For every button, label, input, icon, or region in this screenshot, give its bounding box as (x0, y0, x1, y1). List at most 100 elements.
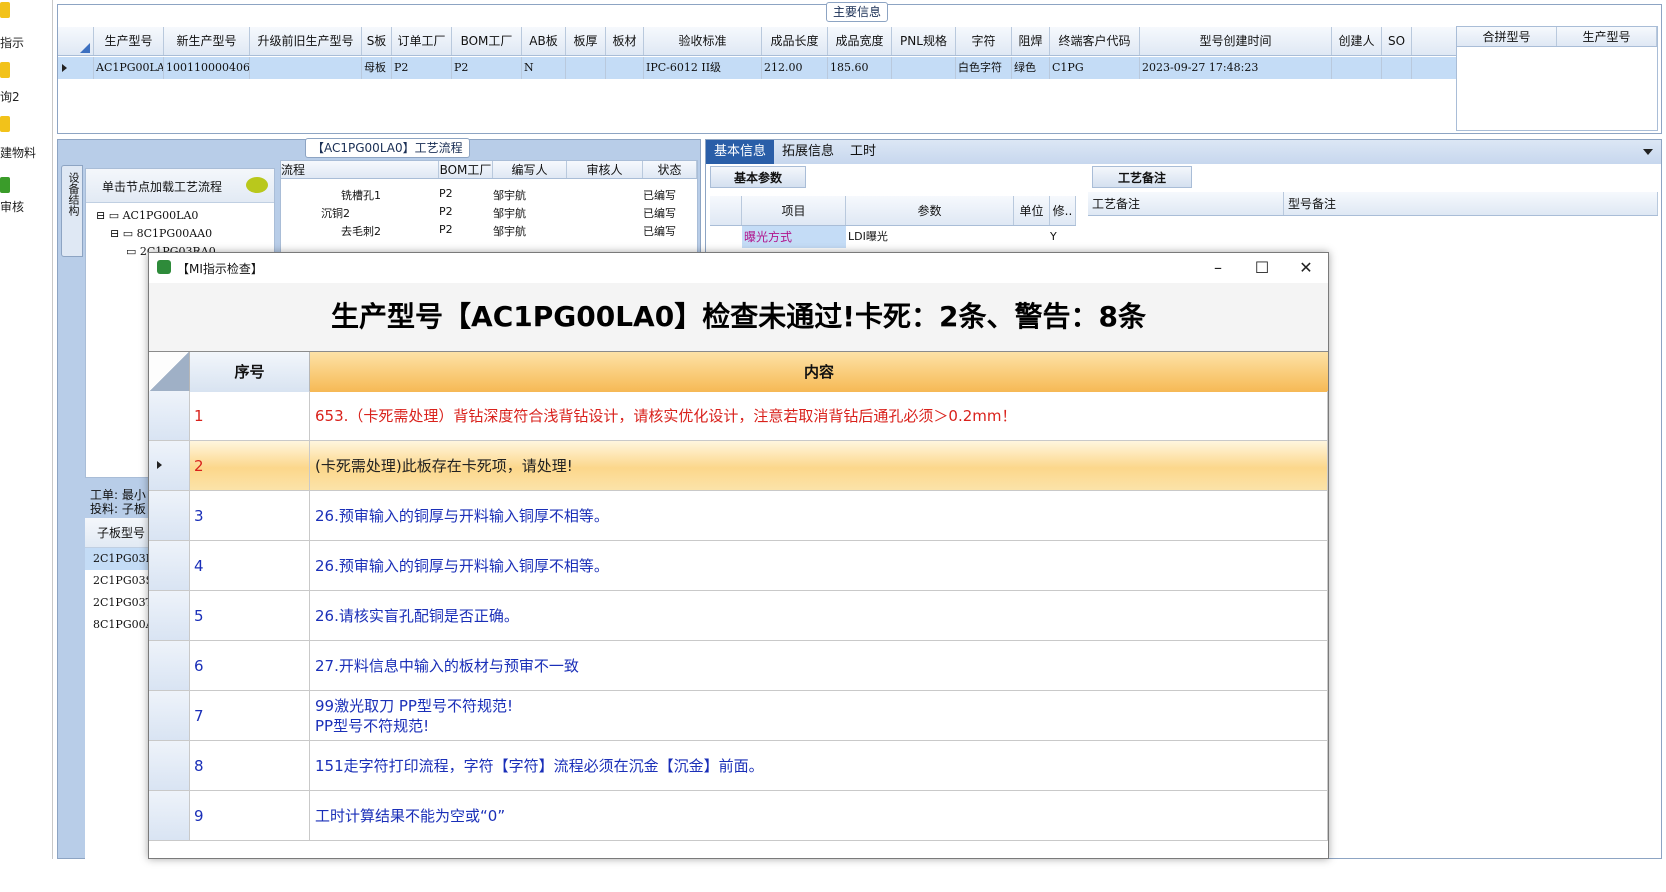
col-header[interactable]: 订单工厂 (392, 27, 452, 55)
check-row[interactable]: 6 27.开料信息中输入的板材与预审不一致 (149, 641, 1328, 691)
row-number[interactable]: 4 (190, 541, 310, 590)
tab-extended-info[interactable]: 拓展信息 (774, 140, 842, 164)
col-header[interactable]: 修.. (1050, 196, 1076, 225)
row-content[interactable]: 653.（卡死需处理）背钻深度符合浅背钻设计，请核实优化设计，注意若取消背钻后通… (310, 391, 1328, 440)
col-header[interactable]: 验收标准 (644, 27, 762, 55)
row-content[interactable]: 26.预审输入的铜厚与开料输入铜厚不相等。 (310, 491, 1328, 540)
check-row[interactable]: 9 工时计算结果不能为空或“0” (149, 791, 1328, 841)
col-header[interactable]: 流程 (281, 161, 439, 178)
col-header[interactable]: 终端客户代码 (1050, 27, 1140, 55)
table-row[interactable]: 沉铜2 P2 邹宇航 已编写 (281, 205, 697, 223)
check-row[interactable]: 4 26.预审输入的铜厚与开料输入铜厚不相等。 (149, 541, 1328, 591)
cell[interactable]: Y (1050, 226, 1076, 248)
col-header[interactable]: 新生产型号 (164, 27, 250, 55)
col-header[interactable]: 型号备注 (1284, 192, 1658, 215)
col-header[interactable]: 内容 (310, 352, 1328, 392)
cell[interactable]: 白色字符 (956, 57, 1012, 79)
row-content[interactable]: 27.开料信息中输入的板材与预审不一致 (310, 641, 1328, 690)
tree-node[interactable]: ⊟ ▭ AC1PG00LA0 (96, 209, 198, 222)
col-header[interactable]: 参数 (846, 196, 1014, 225)
table-row[interactable]: 曝光方式 LDI曝光 Y (710, 226, 1076, 248)
col-header[interactable]: 创建人 (1332, 27, 1382, 55)
check-row[interactable]: 2 (卡死需处理)此板存在卡死项，请处理! (149, 441, 1328, 491)
row-number[interactable]: 2 (190, 441, 310, 490)
col-header[interactable]: BOM工厂 (439, 161, 493, 178)
launcher-item-create-material[interactable]: 建物料 (0, 144, 53, 161)
cell[interactable]: N (522, 57, 566, 79)
row-content[interactable]: 151走字符打印流程，字符【字符】流程必须在沉金【沉金】前面。 (310, 741, 1328, 790)
cell[interactable]: 212.00 (762, 57, 828, 79)
check-row[interactable]: 1 653.（卡死需处理）背钻深度符合浅背钻设计，请核实优化设计，注意若取消背钻后… (149, 391, 1328, 441)
row-number[interactable]: 8 (190, 741, 310, 790)
cell[interactable]: 绿色 (1012, 57, 1050, 79)
col-header[interactable]: 板材 (606, 27, 644, 55)
check-row[interactable]: 5 26.请核实盲孔配铜是否正确。 (149, 591, 1328, 641)
device-structure-tab[interactable]: 设备结构 (61, 165, 83, 257)
col-header[interactable]: SO (1382, 27, 1412, 55)
chevron-down-icon[interactable] (1643, 149, 1653, 155)
cell[interactable] (892, 57, 956, 79)
check-row[interactable]: 8 151走字符打印流程，字符【字符】流程必须在沉金【沉金】前面。 (149, 741, 1328, 791)
col-header[interactable]: BOM工厂 (452, 27, 522, 55)
col-header[interactable]: 状态 (643, 161, 697, 178)
row-content[interactable]: 26.预审输入的铜厚与开料输入铜厚不相等。 (310, 541, 1328, 590)
col-header[interactable]: AB板 (522, 27, 566, 55)
tab-work-hours[interactable]: 工时 (842, 140, 884, 164)
cell[interactable]: 10011000040653 (164, 57, 250, 79)
tab-process-remark[interactable]: 工艺备注 (1092, 166, 1192, 188)
col-header[interactable]: 编写人 (493, 161, 567, 178)
row-number[interactable]: 3 (190, 491, 310, 540)
col-header[interactable]: 成品宽度 (828, 27, 892, 55)
col-header[interactable]: 合拼型号 (1457, 27, 1557, 46)
table-row[interactable]: AC1PG00LA0 10011000040653 母板 P2 P2 N IPC… (58, 57, 1456, 79)
col-header[interactable]: 成品长度 (762, 27, 828, 55)
col-header[interactable]: 序号 (190, 352, 310, 392)
cell[interactable]: 曝光方式 (742, 226, 846, 248)
table-row[interactable]: 去毛刺2 P2 邹宇航 已编写 (281, 223, 697, 241)
col-header[interactable]: 生产型号 (94, 27, 164, 55)
col-header[interactable]: S板 (362, 27, 392, 55)
chat-bubble-icon[interactable] (246, 177, 268, 193)
cell[interactable]: P2 (392, 57, 452, 79)
row-number[interactable]: 7 (190, 691, 310, 740)
cell[interactable]: C1PG (1050, 57, 1140, 79)
row-content[interactable]: 99激光取刀 PP型号不符规范! PP型号不符规范! (310, 691, 1328, 740)
launcher-item-query2[interactable]: 询2 (0, 88, 53, 105)
cell[interactable]: AC1PG00LA0 (94, 57, 164, 79)
row-content[interactable]: 工时计算结果不能为空或“0” (310, 791, 1328, 840)
col-header[interactable]: 升级前旧生产型号 (250, 27, 362, 55)
cell[interactable]: 185.60 (828, 57, 892, 79)
cell[interactable] (606, 57, 644, 79)
row-number[interactable]: 5 (190, 591, 310, 640)
col-header[interactable]: 阻焊 (1012, 27, 1050, 55)
col-header[interactable]: 型号创建时间 (1140, 27, 1332, 55)
cell[interactable] (566, 57, 606, 79)
row-number[interactable]: 6 (190, 641, 310, 690)
launcher-item-review[interactable]: 审核 (0, 198, 53, 215)
row-content[interactable]: 26.请核实盲孔配铜是否正确。 (310, 591, 1328, 640)
cell[interactable]: 母板 (362, 57, 392, 79)
col-header[interactable]: 审核人 (567, 161, 643, 178)
col-header[interactable]: PNL规格 (892, 27, 956, 55)
tree-node[interactable]: ⊟ ▭ 8C1PG00AA0 (110, 227, 212, 240)
row-number[interactable]: 9 (190, 791, 310, 840)
cell[interactable] (1382, 57, 1412, 79)
col-header[interactable]: 板厚 (566, 27, 606, 55)
maximize-button[interactable]: ☐ (1239, 253, 1285, 283)
check-row[interactable]: 7 99激光取刀 PP型号不符规范! PP型号不符规范! (149, 691, 1328, 741)
col-header[interactable]: 单位 (1014, 196, 1050, 225)
cell[interactable]: P2 (452, 57, 522, 79)
cell[interactable]: 2023-09-27 17:48:23 (1140, 57, 1332, 79)
col-header[interactable]: 生产型号 (1557, 27, 1657, 46)
table-row[interactable]: 铣槽孔1 P2 邹宇航 已编写 (281, 187, 697, 205)
col-header[interactable]: 字符 (956, 27, 1012, 55)
tab-basic-params[interactable]: 基本参数 (710, 166, 806, 188)
row-content[interactable]: (卡死需处理)此板存在卡死项，请处理! (310, 441, 1328, 490)
row-number[interactable]: 1 (190, 391, 310, 440)
launcher-item-instruction[interactable]: 指示 (0, 34, 53, 51)
cell[interactable] (250, 57, 362, 79)
cell[interactable] (1014, 226, 1050, 248)
tab-basic-info[interactable]: 基本信息 (706, 140, 775, 164)
minimize-button[interactable]: – (1195, 253, 1241, 283)
check-row[interactable]: 3 26.预审输入的铜厚与开料输入铜厚不相等。 (149, 491, 1328, 541)
